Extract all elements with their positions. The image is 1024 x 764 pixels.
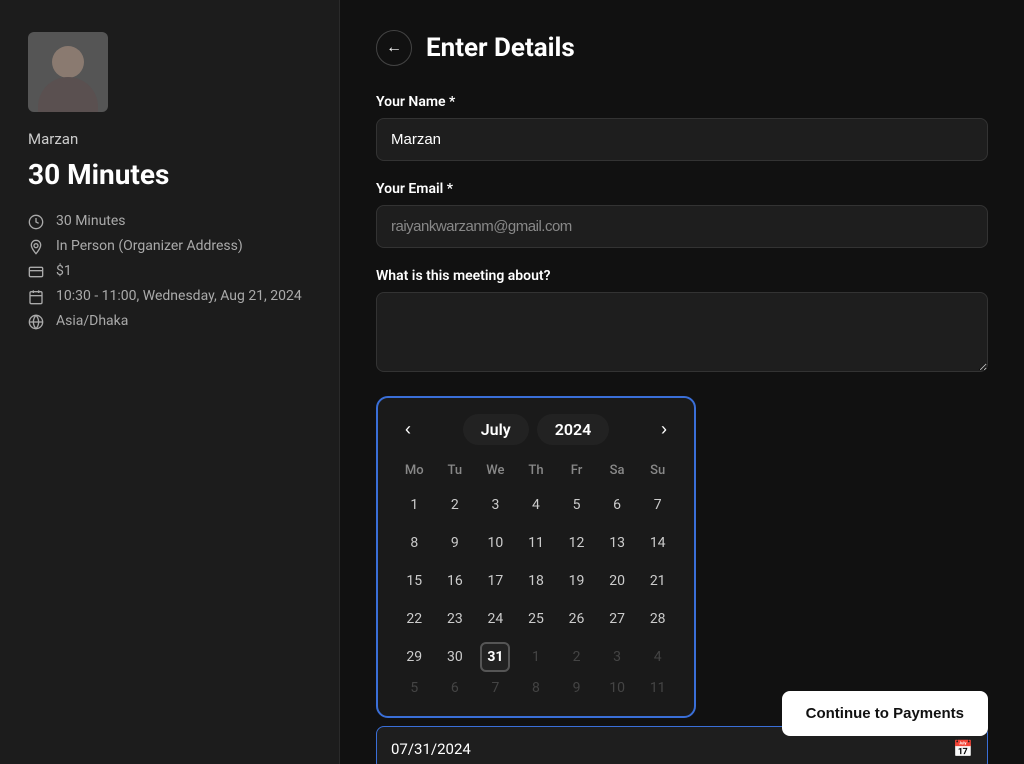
calendar-day[interactable]: 1	[516, 638, 557, 676]
calendar-day[interactable]: 6	[597, 486, 638, 524]
dollar-icon	[28, 264, 46, 282]
calendar-day[interactable]: 2	[556, 638, 597, 676]
calendar-day[interactable]: 15	[394, 562, 435, 600]
sidebar-info: 30 Minutes In Person (Organizer Address) $…	[28, 213, 311, 338]
globe-icon	[28, 314, 46, 332]
calendar-day[interactable]: 11	[516, 524, 557, 562]
weekday-tu: Tu	[435, 459, 476, 486]
calendar-year: 2024	[537, 414, 610, 445]
meeting-about-label: What is this meeting about?	[376, 268, 988, 284]
weekday-fr: Fr	[556, 459, 597, 486]
calendar-day[interactable]: 5	[556, 486, 597, 524]
calendar-day[interactable]: 27	[597, 600, 638, 638]
calendar-month: July	[463, 414, 529, 445]
main-content: ← Enter Details Your Name * Your Email *…	[340, 0, 1024, 764]
sidebar-info-price: $1	[28, 263, 311, 282]
calendar-day[interactable]: 9	[556, 676, 597, 700]
calendar-icon: 📅	[953, 739, 973, 758]
calendar-icon	[28, 289, 46, 307]
name-input[interactable]	[376, 118, 988, 161]
calendar-day[interactable]: 19	[556, 562, 597, 600]
calendar-day[interactable]: 3	[475, 486, 516, 524]
calendar-popup: ‹ July 2024 › MoTuWeThFrSaSu 12345678910…	[376, 396, 696, 718]
sidebar-info-time: 10:30 - 11:00, Wednesday, Aug 21, 2024	[28, 288, 311, 307]
calendar-day[interactable]: 21	[637, 562, 678, 600]
calendar-body: 1234567891011121314151617181920212223242…	[394, 486, 678, 700]
calendar-day[interactable]: 3	[597, 638, 638, 676]
calendar-day[interactable]: 7	[475, 676, 516, 700]
email-field-group: Your Email *	[376, 181, 988, 248]
calendar-day[interactable]: 7	[637, 486, 678, 524]
calendar-day[interactable]: 4	[516, 486, 557, 524]
calendar-day[interactable]: 14	[637, 524, 678, 562]
email-input[interactable]	[376, 205, 988, 248]
calendar-day[interactable]: 5	[394, 676, 435, 700]
calendar-month-year: July 2024	[463, 414, 610, 445]
calendar-day[interactable]: 9	[435, 524, 476, 562]
calendar-day[interactable]: 22	[394, 600, 435, 638]
avatar	[28, 32, 108, 112]
sidebar: Marzan 30 Minutes 30 Minutes In Person (O…	[0, 0, 340, 764]
calendar-day[interactable]: 17	[475, 562, 516, 600]
clock-icon	[28, 214, 46, 232]
calendar-day[interactable]: 26	[556, 600, 597, 638]
calendar-week-row: 15161718192021	[394, 562, 678, 600]
back-button[interactable]: ←	[376, 30, 412, 66]
host-name: Marzan	[28, 130, 311, 148]
calendar-week-row: 567891011	[394, 676, 678, 700]
sidebar-info-timezone: Asia/Dhaka	[28, 313, 311, 332]
weekday-mo: Mo	[394, 459, 435, 486]
calendar-day[interactable]: 6	[435, 676, 476, 700]
calendar-grid: MoTuWeThFrSaSu 1234567891011121314151617…	[394, 459, 678, 700]
calendar-day[interactable]: 18	[516, 562, 557, 600]
calendar-week-row: 891011121314	[394, 524, 678, 562]
calendar-week-row: 2930311234	[394, 638, 678, 676]
sidebar-info-location: In Person (Organizer Address)	[28, 238, 311, 257]
weekday-we: We	[475, 459, 516, 486]
meeting-about-group: What is this meeting about?	[376, 268, 988, 376]
location-icon	[28, 239, 46, 257]
weekday-su: Su	[637, 459, 678, 486]
calendar-day[interactable]: 16	[435, 562, 476, 600]
selected-date-text: 07/31/2024	[391, 740, 953, 758]
calendar-day[interactable]: 4	[637, 638, 678, 676]
calendar-day[interactable]: 20	[597, 562, 638, 600]
calendar-prev-button[interactable]: ‹	[394, 416, 422, 444]
calendar-day[interactable]: 10	[475, 524, 516, 562]
calendar-day[interactable]: 30	[435, 638, 476, 676]
calendar-day[interactable]: 10	[597, 676, 638, 700]
sidebar-info-duration: 30 Minutes	[28, 213, 311, 232]
weekday-sa: Sa	[597, 459, 638, 486]
calendar-day[interactable]: 8	[394, 524, 435, 562]
page-header: ← Enter Details	[376, 30, 988, 66]
meeting-about-input[interactable]	[376, 292, 988, 372]
meeting-title: 30 Minutes	[28, 158, 311, 191]
calendar-day[interactable]: 24	[475, 600, 516, 638]
calendar-weekdays: MoTuWeThFrSaSu	[394, 459, 678, 486]
calendar-day[interactable]: 25	[516, 600, 557, 638]
calendar-week-row: 1234567	[394, 486, 678, 524]
calendar-header: ‹ July 2024 ›	[394, 414, 678, 445]
calendar-day[interactable]: 2	[435, 486, 476, 524]
name-field-group: Your Name *	[376, 94, 988, 161]
email-label: Your Email *	[376, 181, 988, 197]
calendar-day[interactable]: 23	[435, 600, 476, 638]
name-label: Your Name *	[376, 94, 988, 110]
calendar-day[interactable]: 29	[394, 638, 435, 676]
calendar-week-row: 22232425262728	[394, 600, 678, 638]
calendar-day[interactable]: 8	[516, 676, 557, 700]
calendar-day[interactable]: 11	[637, 676, 678, 700]
continue-button[interactable]: Continue to Payments	[782, 691, 988, 736]
page-title: Enter Details	[426, 33, 575, 63]
calendar-day[interactable]: 28	[637, 600, 678, 638]
calendar-day[interactable]: 1	[394, 486, 435, 524]
calendar-day[interactable]: 31	[475, 638, 516, 676]
calendar-day[interactable]: 12	[556, 524, 597, 562]
calendar-day[interactable]: 13	[597, 524, 638, 562]
calendar-next-button[interactable]: ›	[650, 416, 678, 444]
weekday-th: Th	[516, 459, 557, 486]
